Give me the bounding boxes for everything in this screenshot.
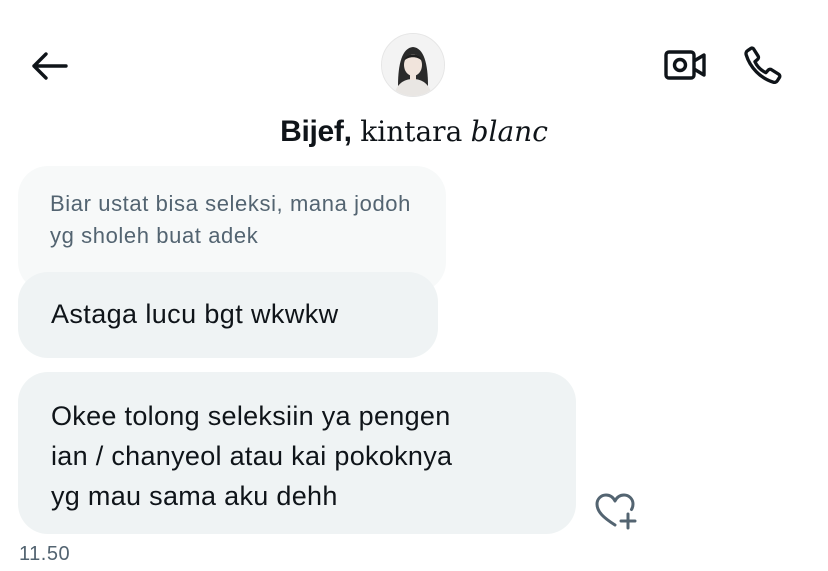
conversation-title: Bijef, kintara blanc (0, 112, 828, 152)
title-separator: , (343, 115, 352, 148)
message-bubble[interactable]: Astaga lucu bgt wkwkw (18, 272, 438, 358)
title-subtext-italic: blanc (470, 115, 548, 148)
video-call-icon (664, 50, 706, 80)
conversation-header: Bijef, kintara blanc (0, 0, 828, 160)
title-subtext: kintara (360, 115, 463, 148)
add-reaction-button[interactable] (594, 492, 640, 530)
quoted-message-text: Biar ustat bisa seleksi, mana jodoh yg s… (50, 191, 411, 248)
message-bubble[interactable]: Okee tolong seleksiin ya pengen ian / ch… (18, 372, 576, 534)
message-text-line: yg mau sama aku dehh (51, 481, 338, 511)
avatar[interactable] (381, 33, 445, 97)
add-reaction-heart-icon (595, 493, 637, 530)
phone-icon (744, 46, 782, 85)
call-button[interactable] (738, 42, 788, 88)
message-timestamp: 11.50 (19, 543, 71, 565)
message-text-line: ian / chanyeol atau kai pokoknya (51, 441, 453, 471)
message-text: Astaga lucu bgt wkwkw (51, 299, 339, 329)
profile-photo-icon (382, 34, 444, 96)
back-button[interactable] (28, 46, 70, 86)
message-text-line: Okee tolong seleksiin ya pengen (51, 401, 451, 431)
video-call-button[interactable] (660, 44, 710, 86)
title-name: Bijef (280, 115, 344, 148)
back-arrow-icon (32, 52, 68, 80)
